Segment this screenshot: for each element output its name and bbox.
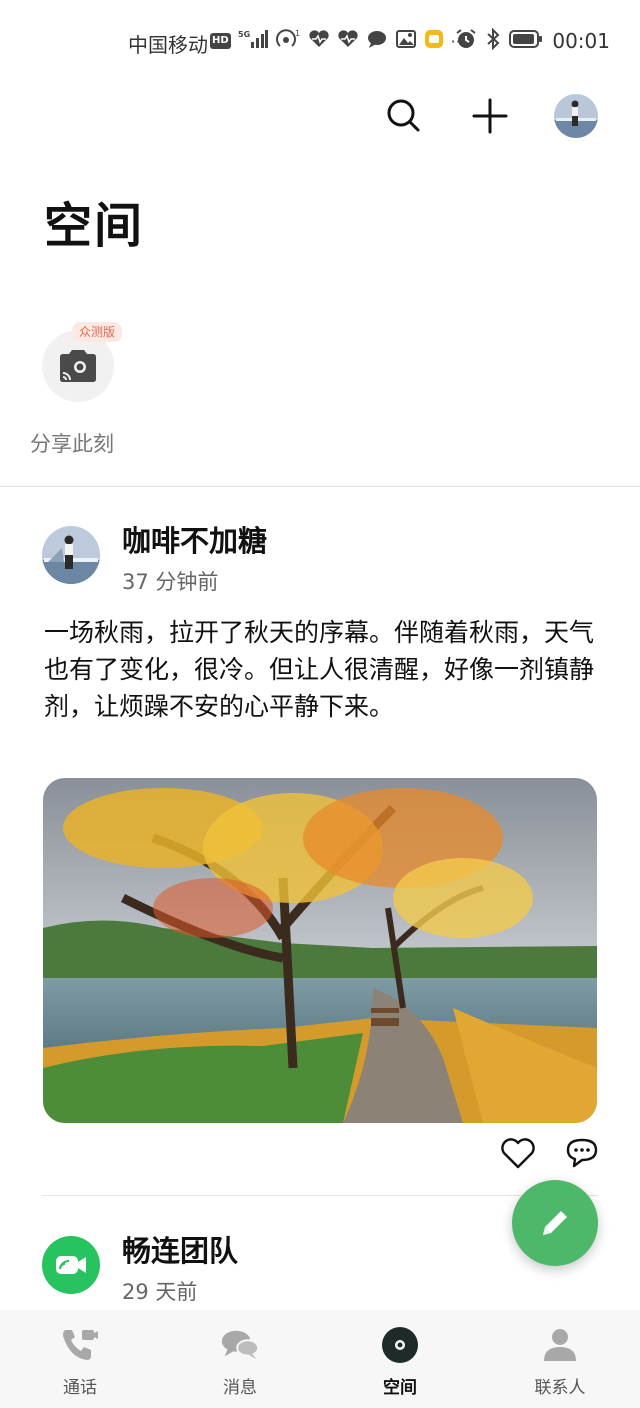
nav-label-calls: 通话: [63, 1378, 97, 1398]
nav-item-space[interactable]: 空间: [320, 1310, 480, 1408]
nav-item-calls[interactable]: 通话: [0, 1310, 160, 1408]
team-name[interactable]: 畅连团队: [122, 1228, 238, 1270]
page-title: 空间: [44, 198, 145, 254]
nav-label-messages: 消息: [223, 1378, 257, 1398]
contacts-icon: [540, 1325, 580, 1365]
search-icon: [387, 99, 420, 132]
health-icon: [337, 29, 359, 53]
team-timestamp: 29 天前: [122, 1280, 198, 1304]
profile-avatar[interactable]: [554, 94, 598, 138]
health-icon: [308, 29, 330, 53]
add-icon: [472, 98, 508, 134]
alarm-icon: [455, 28, 477, 54]
search-button[interactable]: [382, 94, 426, 138]
chat-icon: [366, 29, 388, 53]
post-author-avatar[interactable]: [42, 526, 100, 584]
carrier-label: 中国移动: [128, 33, 208, 57]
status-icons-left: HD 5G 1 ···: [210, 28, 466, 54]
battery-icon: [509, 29, 543, 53]
post-timestamp: 37 分钟前: [122, 570, 219, 594]
space-icon: [380, 1325, 420, 1365]
share-moment-label: 分享此刻: [30, 432, 114, 456]
beta-badge: 众测版: [72, 322, 123, 342]
bottom-nav: 通话 消息 空间 联系人: [0, 1310, 640, 1408]
comment-button[interactable]: [564, 1136, 600, 1174]
hd-badge: HD: [210, 33, 231, 49]
post-actions: [500, 1136, 600, 1174]
comment-icon: [566, 1138, 598, 1168]
video-call-icon: [56, 1256, 86, 1274]
nav-item-messages[interactable]: 消息: [160, 1310, 320, 1408]
post-divider: [42, 1195, 598, 1196]
gallery-icon: [395, 29, 417, 53]
post-author-name[interactable]: 咖啡不加糖: [122, 518, 267, 560]
compose-fab[interactable]: [512, 1180, 598, 1266]
phone-video-icon: [60, 1325, 100, 1365]
status-bar: 中国移动 HD 5G 1 ··· 00:01: [0, 0, 640, 80]
chat-bubbles-icon: [220, 1325, 260, 1365]
clock: 00:01: [552, 29, 610, 53]
heart-icon: [501, 1138, 535, 1169]
pencil-icon: [543, 1211, 567, 1235]
camera-cast-icon: [60, 350, 96, 382]
nav-label-contacts: 联系人: [534, 1378, 586, 1398]
header-actions: [382, 94, 598, 138]
team-avatar[interactable]: [42, 1236, 100, 1294]
hotspot-icon: 1: [275, 28, 301, 54]
notes-icon: [424, 29, 444, 53]
like-button[interactable]: [500, 1136, 536, 1174]
svg-text:5G: 5G: [238, 30, 250, 39]
nav-label-space: 空间: [383, 1378, 417, 1398]
post-text: 一场秋雨，拉开了秋天的序幕。伴随着秋雨，天气也有了变化，很冷。但让人很清醒，好像…: [44, 618, 595, 721]
bluetooth-icon: [486, 27, 500, 54]
signal-icon: 5G: [238, 28, 268, 54]
nav-item-contacts[interactable]: 联系人: [480, 1310, 640, 1408]
svg-text:1: 1: [295, 29, 300, 38]
post-photo[interactable]: [43, 778, 597, 1123]
status-icons-right: 00:01: [455, 27, 610, 54]
add-button[interactable]: [468, 94, 512, 138]
section-divider: [0, 486, 640, 487]
